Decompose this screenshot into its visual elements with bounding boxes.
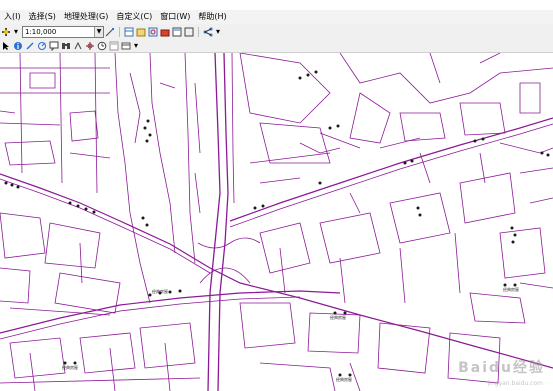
map-scale-value: 1:10,000 [25,27,57,36]
create-viewer-window-icon[interactable] [109,41,119,51]
menu-bar: 入(I) 选择(S) 地理处理(G) 自定义(C) 窗口(W) 帮助(H) [0,10,553,24]
arctoolbox-icon[interactable] [160,27,170,37]
map-canvas[interactable]: 经典房屋 经典房屋 经典房屋 经典房屋 经典房屋 [0,53,553,391]
menu-geoprocessing[interactable]: 地理处理(G) [60,10,112,24]
poi-label: 经典房屋 [152,288,168,294]
menu-windows[interactable]: 窗口(W) [156,10,194,24]
road-network [0,53,553,391]
time-slider-icon[interactable] [97,41,107,51]
toolbar-options-icon[interactable]: ▾ [133,41,139,51]
catalog-icon[interactable] [136,27,146,37]
poi-label: 经典房屋 [330,314,346,320]
python-window-icon[interactable] [172,27,182,37]
go-to-xy-icon[interactable] [85,41,95,51]
poi-labels: 经典房屋 经典房屋 经典房屋 经典房屋 经典房屋 [62,286,519,382]
measure-icon[interactable] [37,41,47,51]
chevron-down-icon[interactable]: ▼ [94,26,103,37]
tools-toolbar: ▾ [0,39,553,53]
select-pointer-icon[interactable] [1,41,11,51]
find-icon[interactable] [61,41,71,51]
menu-customize[interactable]: 自定义(C) [112,10,156,24]
menu-selection[interactable]: 选择(S) [25,10,60,24]
model-builder-icon[interactable] [184,27,194,37]
window-tool-icon[interactable] [121,41,131,51]
search-window-icon[interactable] [148,27,158,37]
table-of-contents-icon[interactable] [124,27,134,37]
editor-icon[interactable] [105,27,115,37]
poi-label: 经典房屋 [336,376,352,382]
add-data-dropdown-icon[interactable]: ▾ [13,27,19,37]
map-view[interactable]: 经典房屋 经典房屋 经典房屋 经典房屋 经典房屋 Baidu经验 jingyan… [0,53,553,391]
network-tool-icon[interactable] [203,27,213,37]
watermark-url: jingyan.baidu.com [487,380,543,387]
map-scale-combobox[interactable]: 1:10,000 ▼ [22,25,104,38]
html-popup-icon[interactable] [49,41,59,51]
identify-icon[interactable] [13,41,23,51]
edit-sketch-icon[interactable] [25,41,35,51]
toolbar-separator [119,26,120,37]
watermark: Baidu经验 [458,360,545,376]
poi-label: 经典房屋 [503,286,519,292]
standard-toolbar: ▾ 1:10,000 ▼ ▾ [0,24,553,39]
menu-insert[interactable]: 入(I) [0,10,25,24]
poi-markers [4,70,550,377]
add-data-icon[interactable] [1,27,11,37]
find-route-icon[interactable] [73,41,83,51]
poi-label: 经典房屋 [62,364,78,370]
toolbar-options-icon[interactable]: ▾ [215,27,221,37]
toolbar-separator [198,26,199,37]
menu-help[interactable]: 帮助(H) [194,10,230,24]
